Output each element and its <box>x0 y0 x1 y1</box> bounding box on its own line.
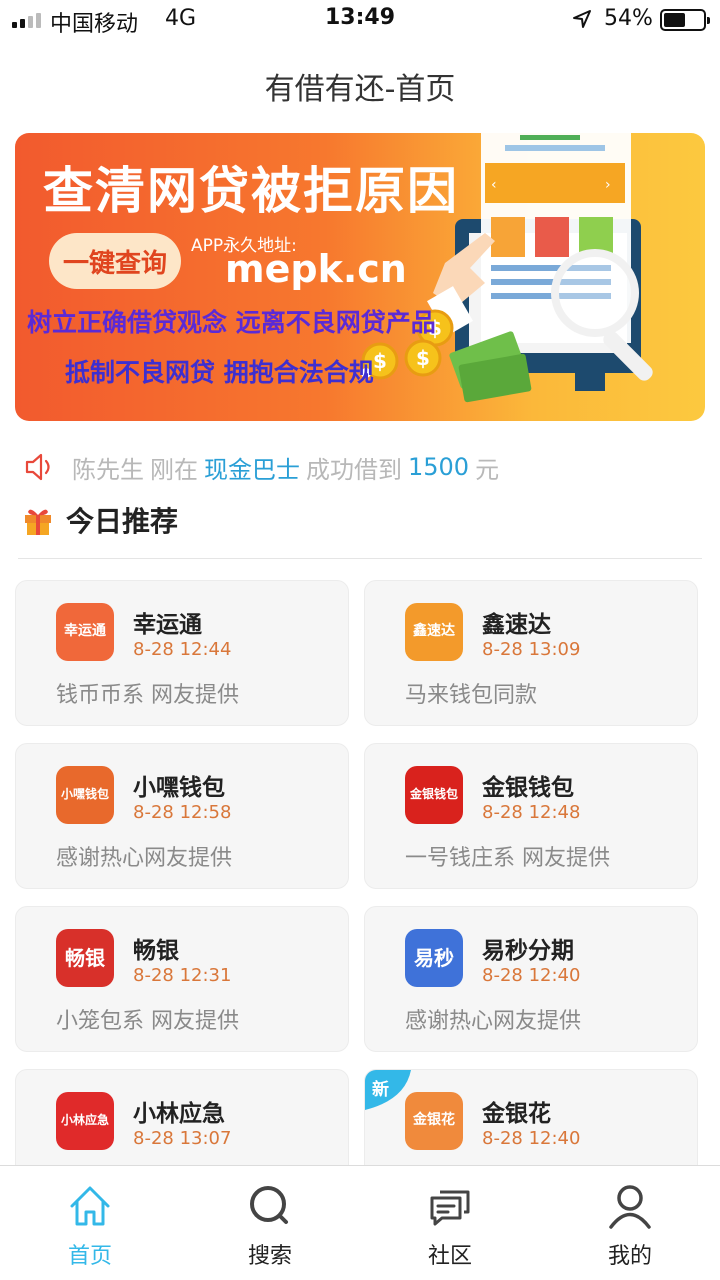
app-name: 幸运通 <box>133 612 202 638</box>
tab-home-label: 首页 <box>67 1244 112 1269</box>
app-name: 鑫速达 <box>482 612 551 638</box>
app-logo-text: 小嘿钱包 <box>60 787 109 802</box>
app-logo: 金银钱包 <box>405 766 463 824</box>
app-logo-text: 金银花 <box>413 1112 455 1129</box>
app-date: 8-28 12:44 <box>133 639 232 660</box>
battery-percent: 54% <box>604 6 653 31</box>
svg-text:$: $ <box>416 346 430 370</box>
app-logo: 易秒 <box>405 929 463 987</box>
app-description: 马来钱包同款 <box>405 683 538 708</box>
app-card[interactable]: 幸运通 幸运通 8-28 12:44 钱币币系 网友提供 <box>15 580 349 726</box>
app-date: 8-28 13:09 <box>482 639 581 660</box>
app-date: 8-28 12:31 <box>133 965 232 986</box>
app-logo-text: 鑫速达 <box>413 623 455 640</box>
notice-just: 刚在 <box>150 455 198 484</box>
app-logo-text: 幸运通 <box>64 623 106 640</box>
app-name: 小嘿钱包 <box>133 775 225 801</box>
app-description: 钱币币系 网友提供 <box>56 683 239 708</box>
page-title: 有借有还-首页 <box>264 72 456 107</box>
app-description: 小笼包系 网友提供 <box>56 1009 239 1034</box>
tab-community[interactable]: 社区 <box>360 1166 540 1280</box>
app-logo: 畅银 <box>56 929 114 987</box>
notice-platform: 现金巴士 <box>204 455 300 484</box>
app-name: 小林应急 <box>133 1101 225 1127</box>
app-logo: 金银花 <box>405 1092 463 1150</box>
tab-profile[interactable]: 我的 <box>540 1166 720 1280</box>
app-card[interactable]: 鑫速达 鑫速达 8-28 13:09 马来钱包同款 <box>364 580 698 726</box>
banner-slogan-1: 树立正确借贷观念 远离不良网贷产品 <box>27 308 436 337</box>
location-arrow-icon <box>573 10 591 28</box>
app-logo-text: 畅银 <box>65 946 105 970</box>
battery-icon <box>660 9 710 31</box>
app-date: 8-28 12:48 <box>482 802 581 823</box>
app-logo-text: 小林应急 <box>60 1113 109 1128</box>
gift-icon <box>25 509 51 535</box>
chat-icon <box>430 1190 470 1226</box>
app-logo: 小林应急 <box>56 1092 114 1150</box>
section-header: 今日推荐 <box>22 500 178 540</box>
loan-notice-ticker: 陈先生 刚在 现金巴士 成功借到 1500 元 <box>24 447 499 487</box>
section-divider <box>18 558 702 559</box>
app-name: 畅银 <box>133 938 179 964</box>
app-name: 金银花 <box>482 1101 551 1127</box>
app-name: 金银钱包 <box>482 775 574 801</box>
app-name: 易秒分期 <box>482 938 574 964</box>
search-icon <box>250 1186 288 1224</box>
section-title: 今日推荐 <box>66 505 179 538</box>
tab-search[interactable]: 搜索 <box>180 1166 360 1280</box>
home-icon <box>70 1186 110 1226</box>
notice-unit: 元 <box>475 455 500 484</box>
svg-text:‹: ‹ <box>491 177 497 193</box>
app-logo-text: 易秒 <box>414 946 454 970</box>
app-card[interactable]: 畅银 畅银 8-28 12:31 小笼包系 网友提供 <box>15 906 349 1052</box>
query-button[interactable]: 一键查询 <box>49 233 181 289</box>
app-card[interactable]: 小嘿钱包 小嘿钱包 8-28 12:58 感谢热心网友提供 <box>15 743 349 889</box>
notice-success: 成功借到 <box>306 455 402 484</box>
svg-text:$: $ <box>373 349 387 373</box>
status-bar: 中国移动 4G 13:49 54% <box>0 0 720 40</box>
app-card[interactable]: 金银钱包 金银钱包 8-28 12:48 一号钱庄系 网友提供 <box>364 743 698 889</box>
tab-community-label: 社区 <box>427 1244 472 1269</box>
notice-name: 陈先生 <box>72 455 144 484</box>
tab-search-label: 搜索 <box>247 1244 292 1269</box>
app-description: 一号钱庄系 网友提供 <box>405 846 610 871</box>
app-date: 8-28 12:58 <box>133 802 232 823</box>
promo-banner[interactable]: ‹ › $ $ $ 查清网贷被拒原因 一键查询 APP永久地址: mepk.cn… <box>15 133 705 421</box>
bottom-tab-bar: 首页 搜索 社区 我的 <box>0 1165 720 1280</box>
app-logo: 鑫速达 <box>405 603 463 661</box>
notice-amount: 1500 <box>408 453 470 481</box>
app-description: 感谢热心网友提供 <box>405 1009 582 1034</box>
app-date: 8-28 13:07 <box>133 1128 232 1149</box>
tab-profile-label: 我的 <box>607 1244 652 1269</box>
banner-slogan-2: 抵制不良网贷 拥抱合法合规 <box>65 358 374 387</box>
app-logo-text: 金银钱包 <box>409 787 458 802</box>
app-logo: 小嘿钱包 <box>56 766 114 824</box>
speaker-icon <box>25 453 50 481</box>
new-badge-label: 新 <box>372 1080 389 1100</box>
app-card[interactable]: 易秒 易秒分期 8-28 12:40 感谢热心网友提供 <box>364 906 698 1052</box>
app-logo: 幸运通 <box>56 603 114 661</box>
app-date: 8-28 12:40 <box>482 1128 581 1149</box>
tab-home[interactable]: 首页 <box>0 1166 180 1280</box>
banner-url: mepk.cn <box>225 247 407 291</box>
new-badge: 新 <box>365 1070 411 1110</box>
user-icon <box>609 1185 651 1229</box>
app-description: 感谢热心网友提供 <box>56 846 233 871</box>
svg-text:›: › <box>605 177 611 193</box>
banner-headline: 查清网贷被拒原因 <box>43 162 459 220</box>
app-date: 8-28 12:40 <box>482 965 581 986</box>
